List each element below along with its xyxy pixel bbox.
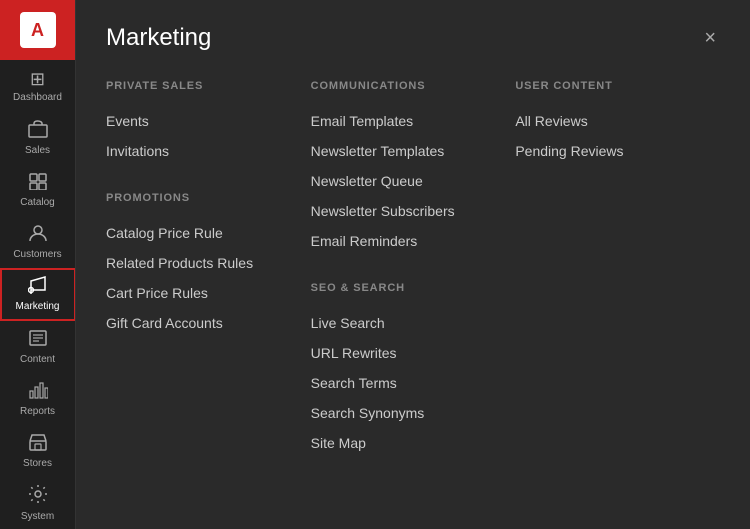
cart-price-rules-link[interactable]: Cart Price Rules	[106, 280, 291, 306]
main-content: Marketing × PRIVATE SALES Events Invitat…	[76, 0, 750, 529]
seo-search-heading: SEO & SEARCH	[311, 282, 496, 294]
sidebar-item-system[interactable]: System	[0, 477, 76, 529]
customers-icon	[28, 224, 48, 245]
all-reviews-link[interactable]: All Reviews	[515, 108, 700, 134]
private-sales-heading: PRIVATE SALES	[106, 80, 291, 92]
system-icon	[28, 484, 48, 507]
sidebar-item-sales[interactable]: Sales	[0, 112, 76, 164]
newsletter-queue-link[interactable]: Newsletter Queue	[311, 168, 496, 194]
live-search-link[interactable]: Live Search	[311, 310, 496, 336]
catalog-price-rule-link[interactable]: Catalog Price Rule	[106, 220, 291, 246]
sales-icon	[28, 120, 48, 141]
content-icon	[28, 329, 48, 350]
email-reminders-link[interactable]: Email Reminders	[311, 228, 496, 254]
sidebar-item-catalog[interactable]: Catalog	[0, 164, 76, 216]
column-middle: COMMUNICATIONS Email Templates Newslette…	[311, 80, 516, 460]
dashboard-icon: ⊞	[30, 70, 45, 88]
panel-title: Marketing	[106, 24, 211, 52]
catalog-icon	[28, 172, 48, 193]
email-templates-link[interactable]: Email Templates	[311, 108, 496, 134]
gift-card-accounts-link[interactable]: Gift Card Accounts	[106, 310, 291, 336]
pending-reviews-link[interactable]: Pending Reviews	[515, 138, 700, 164]
search-synonyms-link[interactable]: Search Synonyms	[311, 400, 496, 426]
column-right: USER CONTENT All Reviews Pending Reviews	[515, 80, 720, 460]
stores-icon	[28, 433, 48, 454]
marketing-icon	[28, 276, 48, 297]
columns-container: PRIVATE SALES Events Invitations PROMOTI…	[106, 80, 720, 460]
sidebar: A ⊞ Dashboard Sales Catalog	[0, 0, 76, 529]
related-products-rules-link[interactable]: Related Products Rules	[106, 250, 291, 276]
reports-icon	[28, 381, 48, 402]
communications-heading: COMMUNICATIONS	[311, 80, 496, 92]
sidebar-item-label: Marketing	[16, 301, 60, 312]
sidebar-item-label: System	[21, 511, 54, 522]
sidebar-item-customers[interactable]: Customers	[0, 216, 76, 268]
invitations-link[interactable]: Invitations	[106, 138, 291, 164]
sidebar-item-label: Dashboard	[13, 92, 62, 103]
sidebar-item-label: Customers	[13, 249, 61, 260]
marketing-panel: Marketing × PRIVATE SALES Events Invitat…	[76, 0, 750, 484]
newsletter-subscribers-link[interactable]: Newsletter Subscribers	[311, 198, 496, 224]
promotions-heading: PROMOTIONS	[106, 192, 291, 204]
panel-header: Marketing ×	[106, 24, 720, 52]
sidebar-item-marketing[interactable]: Marketing	[0, 268, 76, 321]
sidebar-item-label: Catalog	[20, 197, 54, 208]
close-button[interactable]: ×	[700, 24, 720, 52]
app-logo: A	[0, 0, 76, 60]
sidebar-item-label: Content	[20, 354, 55, 365]
sidebar-item-reports[interactable]: Reports	[0, 373, 76, 425]
sidebar-item-label: Stores	[23, 458, 52, 469]
sidebar-item-stores[interactable]: Stores	[0, 425, 76, 477]
user-content-heading: USER CONTENT	[515, 80, 700, 92]
sidebar-item-label: Reports	[20, 406, 55, 417]
events-link[interactable]: Events	[106, 108, 291, 134]
sidebar-item-dashboard[interactable]: ⊞ Dashboard	[0, 60, 76, 112]
sidebar-item-content[interactable]: Content	[0, 321, 76, 373]
url-rewrites-link[interactable]: URL Rewrites	[311, 340, 496, 366]
sidebar-item-label: Sales	[25, 145, 50, 156]
column-left: PRIVATE SALES Events Invitations PROMOTI…	[106, 80, 311, 460]
site-map-link[interactable]: Site Map	[311, 430, 496, 456]
logo-icon: A	[20, 12, 56, 48]
search-terms-link[interactable]: Search Terms	[311, 370, 496, 396]
newsletter-templates-link[interactable]: Newsletter Templates	[311, 138, 496, 164]
